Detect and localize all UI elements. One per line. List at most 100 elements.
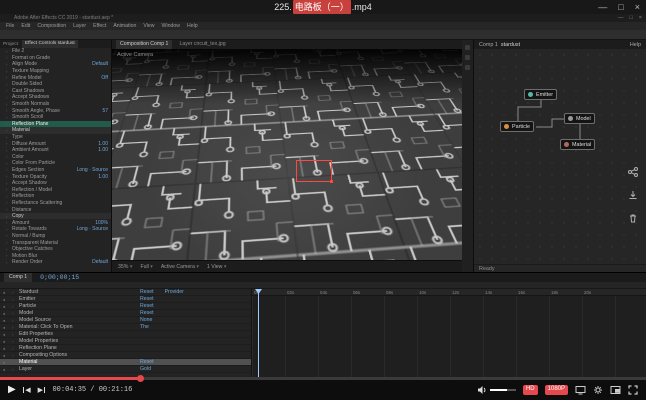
composition-viewport[interactable]: Active Camera bbox=[112, 49, 462, 260]
volume-control[interactable] bbox=[477, 385, 516, 395]
resolution-badge[interactable]: 1080P bbox=[545, 385, 568, 394]
play-button[interactable]: ▶ bbox=[8, 385, 16, 395]
close-button[interactable]: × bbox=[635, 2, 640, 12]
property-label: Copy bbox=[12, 213, 24, 219]
download-icon[interactable] bbox=[628, 190, 638, 200]
timeline-row[interactable]: ● › Model Reset bbox=[0, 310, 251, 317]
pip-icon[interactable] bbox=[610, 385, 621, 395]
layer-value[interactable]: Reset bbox=[140, 296, 154, 302]
visibility-icon[interactable]: ● bbox=[3, 332, 9, 337]
twirl-icon[interactable]: › bbox=[12, 304, 16, 309]
twirl-icon[interactable]: › bbox=[12, 290, 16, 295]
node-emitter[interactable]: Emitter bbox=[524, 89, 557, 100]
property-row: › Type bbox=[0, 134, 111, 141]
timeline-row[interactable]: ● › Layer Gold bbox=[0, 366, 251, 373]
layer-value[interactable]: Reset bbox=[140, 359, 154, 365]
timeline-row[interactable]: ● › Reflection Plane bbox=[0, 345, 251, 352]
title-highlight: 电路板（一） bbox=[293, 0, 351, 14]
layer-value-extra[interactable]: Provider bbox=[165, 289, 184, 295]
timeline-row[interactable]: ● › Model Properties bbox=[0, 338, 251, 345]
trash-icon[interactable] bbox=[628, 213, 638, 223]
settings-gear-icon[interactable] bbox=[593, 385, 603, 395]
fullscreen-icon[interactable] bbox=[628, 385, 638, 395]
twirl-icon[interactable]: › bbox=[12, 346, 16, 351]
timeline-header: Comp 1 0;00;00;15 bbox=[0, 273, 646, 282]
visibility-icon[interactable]: ● bbox=[3, 318, 9, 323]
playhead[interactable] bbox=[258, 289, 259, 377]
property-value: 1.00 bbox=[98, 141, 111, 147]
visibility-icon[interactable]: ● bbox=[3, 367, 9, 372]
timeline-row[interactable]: ● › Edit Properties bbox=[0, 331, 251, 338]
layer-name: Stardust bbox=[19, 289, 137, 295]
twirl-icon[interactable]: › bbox=[12, 339, 16, 344]
visibility-icon[interactable]: ● bbox=[3, 304, 9, 309]
visibility-icon[interactable]: ● bbox=[3, 339, 9, 344]
node-model[interactable]: Model bbox=[564, 113, 595, 124]
timeline-row[interactable]: ● › Material Reset bbox=[0, 359, 251, 366]
visibility-icon[interactable]: ● bbox=[3, 360, 9, 365]
window-titlebar: 225. 电路板（一） .mp4 — □ × bbox=[0, 0, 646, 14]
property-value: Default bbox=[92, 259, 111, 265]
visibility-icon[interactable]: ● bbox=[3, 353, 9, 358]
ruler-tick-label: 06s bbox=[351, 290, 384, 295]
share-nodes-icon[interactable] bbox=[628, 167, 638, 177]
timeline-row[interactable]: ● › Material: Click To Open The bbox=[0, 324, 251, 331]
quality-badge[interactable]: HD bbox=[523, 385, 538, 394]
menu-item: Animation bbox=[113, 23, 136, 29]
timeline-row[interactable]: ● › Model Source None bbox=[0, 317, 251, 324]
timeline-track-area[interactable]: 0s02s04s06s08s10s12s14s16s18s20s bbox=[252, 289, 646, 377]
timeline-row[interactable]: ● › Compositing Options bbox=[0, 352, 251, 359]
layer-value[interactable]: Gold bbox=[140, 366, 151, 372]
viewport-option[interactable]: 1 View bbox=[207, 264, 227, 270]
twirl-icon[interactable]: › bbox=[12, 297, 16, 302]
twirl-icon[interactable]: › bbox=[12, 311, 16, 316]
twirl-icon[interactable]: › bbox=[12, 360, 16, 365]
node-graph-canvas[interactable]: Emitter Particle Model Material bbox=[474, 49, 646, 264]
twirl-icon[interactable]: › bbox=[12, 325, 16, 330]
timeline-tab[interactable]: Comp 1 bbox=[4, 273, 32, 282]
status-text: Ready bbox=[474, 264, 646, 272]
layer-value[interactable]: The bbox=[140, 324, 149, 330]
ruler-tick-label: 20s bbox=[582, 290, 615, 295]
timeline-row[interactable]: ● › Stardust Reset Provider bbox=[0, 289, 251, 296]
node-material[interactable]: Material bbox=[560, 139, 595, 150]
property-row: › File 2 bbox=[0, 48, 111, 55]
twirl-icon[interactable]: › bbox=[12, 367, 16, 372]
layer-value[interactable]: Reset bbox=[140, 310, 154, 316]
visibility-icon[interactable]: ● bbox=[3, 290, 9, 295]
timeline-row[interactable]: ● › Particle Reset bbox=[0, 303, 251, 310]
next-button[interactable]: ▶ bbox=[38, 386, 46, 394]
cast-icon[interactable] bbox=[575, 385, 586, 395]
twirl-icon[interactable]: › bbox=[12, 353, 16, 358]
property-row: › Rotate Towards Long · Source bbox=[0, 226, 111, 233]
visibility-icon[interactable]: ● bbox=[3, 297, 9, 302]
layer-value[interactable]: Reset bbox=[140, 303, 154, 309]
help-link[interactable]: Help bbox=[630, 42, 641, 48]
visibility-icon[interactable]: ● bbox=[3, 325, 9, 330]
selection-rectangle[interactable] bbox=[296, 160, 332, 182]
property-label: Reflection / Model bbox=[12, 187, 52, 193]
effect-controls-panel: Project Effect Controls stardust › File … bbox=[0, 40, 112, 272]
volume-icon[interactable] bbox=[477, 385, 487, 395]
timeline-row[interactable]: ● › Emitter Reset bbox=[0, 296, 251, 303]
twirl-icon[interactable]: › bbox=[12, 332, 16, 337]
layer-value[interactable]: Reset bbox=[140, 289, 154, 295]
time-ruler: 0s02s04s06s08s10s12s14s16s18s20s bbox=[252, 289, 646, 296]
video-content[interactable]: Adobe After Effects CC 2019 - stardust.a… bbox=[0, 14, 646, 377]
node-label: Particle bbox=[512, 124, 530, 130]
maximize-button[interactable]: □ bbox=[618, 2, 623, 12]
layer-value[interactable]: None bbox=[140, 317, 152, 323]
visibility-icon[interactable]: ● bbox=[3, 311, 9, 316]
twirl-icon[interactable]: › bbox=[12, 318, 16, 323]
minimize-button[interactable]: — bbox=[598, 2, 607, 12]
node-particle[interactable]: Particle bbox=[500, 121, 534, 132]
volume-slider[interactable] bbox=[490, 389, 516, 391]
panel-tab-strip bbox=[462, 40, 474, 272]
visibility-icon[interactable]: ● bbox=[3, 346, 9, 351]
viewport-option[interactable]: 35% bbox=[118, 264, 132, 270]
viewport-option[interactable]: Full bbox=[140, 264, 152, 270]
viewport-option[interactable]: Active Camera bbox=[161, 264, 199, 270]
previous-button[interactable]: ◀ bbox=[23, 386, 31, 394]
current-timecode[interactable]: 0;00;00;15 bbox=[40, 274, 79, 281]
property-label: Double Sided bbox=[12, 81, 42, 87]
